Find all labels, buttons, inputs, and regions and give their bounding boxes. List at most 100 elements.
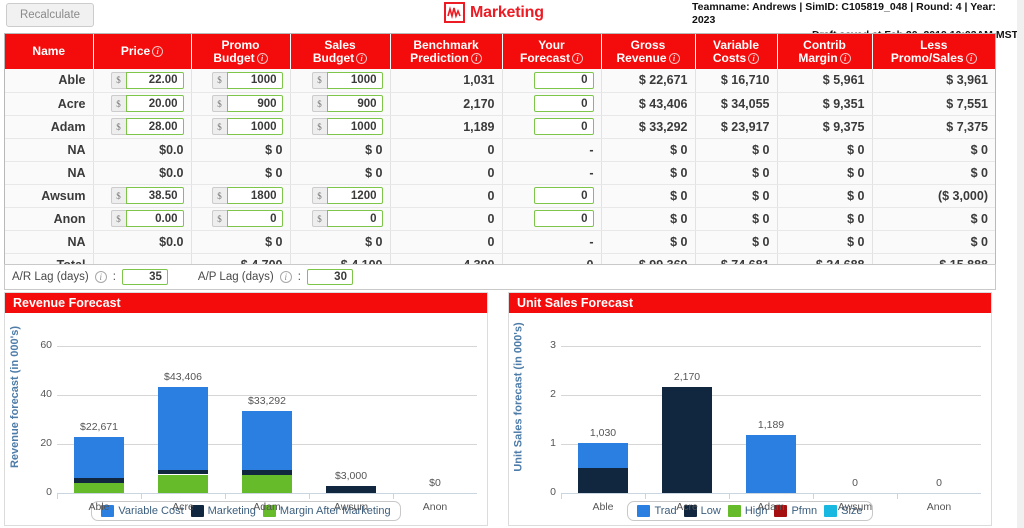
bar-segment-low [578, 467, 628, 493]
gross-revenue: $ 33,292 [601, 115, 696, 139]
bar-segment-marketing [326, 485, 376, 493]
info-icon[interactable]: i [668, 52, 680, 64]
ap-lag-info-icon[interactable]: i [279, 271, 292, 283]
table-row: NA $0.0 $ 0 $ 0 0- $ 0 $ 0 $ 0 $ 0 [5, 138, 995, 162]
sales-budget-input[interactable]: 1000 [326, 71, 383, 89]
contrib-margin: $ 0 [777, 161, 873, 185]
y-axis-tick: 0 [46, 486, 52, 498]
less-promo-sales: $ 7,375 [872, 115, 995, 139]
col-header-line1: Less [920, 37, 948, 52]
currency-prefix: $ [311, 71, 327, 89]
sales-budget-cell: $ 0 [290, 230, 391, 254]
your-forecast-input[interactable]: 0 [533, 95, 594, 112]
your-forecast-input[interactable]: 0 [533, 71, 594, 89]
bar-segment-low [662, 386, 712, 493]
sales-budget-input[interactable]: 1200 [326, 187, 383, 204]
promo-budget-cell: $ 0 [191, 138, 291, 162]
revenue-y-axis-title: Revenue forecast (in 000's) [9, 325, 22, 469]
ar-lag-input[interactable]: 35 [121, 269, 168, 285]
contrib-margin: $ 0 [777, 207, 873, 231]
bar-segment-margin-after-marketing [158, 474, 208, 493]
info-icon[interactable]: i [572, 52, 584, 64]
ap-lag-separator: : [297, 271, 301, 283]
x-axis-label: Awsum [333, 501, 369, 513]
col-header-line2: Margin i [783, 51, 867, 65]
gross-revenue: $ 43,406 [601, 92, 696, 116]
table-body: Able $22.00 $1000 $1000 1,031 0 $ 22,671 $ 16,7… [5, 69, 995, 276]
y-axis-tick: 1 [550, 437, 556, 449]
sales-budget-cell: $0 [290, 207, 391, 231]
price-cell: $0.0 [93, 138, 192, 162]
your-forecast-input[interactable]: 0 [533, 210, 594, 227]
variable-costs: $ 34,055 [695, 92, 778, 116]
bar-segment-trad [578, 442, 628, 468]
app-root: Recalculate Marketing Teamname: Andrews … [0, 0, 1024, 528]
info-icon[interactable]: i [839, 52, 851, 64]
forecast-table-container: Name Price i Promo Budget i Sales Budget i Benchm… [4, 33, 996, 277]
currency-prefix: $ [211, 71, 227, 89]
table-header-row: Name Price i Promo Budget i Sales Budget i Benchm… [5, 34, 995, 69]
variable-costs: $ 0 [695, 161, 778, 185]
variable-costs: $ 0 [695, 138, 778, 162]
ap-lag-input[interactable]: 30 [306, 269, 353, 285]
your-forecast-cell: - [502, 161, 602, 185]
sales-budget-cell: $ 0 [290, 161, 391, 185]
y-axis-tick: 20 [40, 437, 52, 449]
col-header-benchmark: Benchmark Prediction i [390, 34, 503, 69]
sales-budget-input[interactable]: 900 [326, 95, 383, 112]
col-header-price: Price i [93, 34, 192, 69]
recalculate-button[interactable]: Recalculate [6, 3, 94, 27]
benchmark-prediction: 0 [390, 184, 503, 208]
col-header-sales: Sales Budget i [290, 34, 391, 69]
promo-budget-input[interactable]: 900 [226, 95, 283, 112]
gross-revenue: $ 0 [601, 138, 696, 162]
price-cell: $0.00 [93, 207, 192, 231]
variable-costs: $ 16,710 [695, 69, 778, 93]
your-forecast-input[interactable]: 0 [533, 187, 594, 204]
brand-name: Marketing [470, 3, 544, 21]
promo-budget-input[interactable]: 0 [226, 210, 283, 227]
info-icon[interactable]: i [965, 52, 977, 64]
info-icon[interactable]: i [748, 52, 760, 64]
promo-budget-input[interactable]: 1800 [226, 187, 283, 204]
price-input[interactable]: 28.00 [125, 118, 184, 135]
ar-lag-label: A/R Lag (days) [12, 271, 89, 283]
price-cell: $0.0 [93, 161, 192, 185]
table-row: Awsum $38.50 $1800 $1200 0 0 $ 0 $ 0 $ 0 ($ 3,000… [5, 184, 995, 208]
bar-segment-trad [746, 434, 796, 493]
price-input[interactable]: 0.00 [125, 210, 184, 227]
unit-sales-forecast-panel: Unit Sales Forecast Unit Sales forecast … [508, 292, 992, 526]
info-icon[interactable]: i [356, 52, 368, 64]
variable-costs: $ 0 [695, 230, 778, 254]
col-header-line1: Promo [221, 37, 260, 52]
currency-prefix: $ [110, 187, 126, 204]
col-header-line1: Name [32, 44, 66, 58]
bar-segment-marketing [74, 478, 124, 484]
sales-budget-cell: $1000 [290, 115, 391, 139]
info-icon[interactable]: i [152, 46, 164, 57]
benchmark-prediction: 0 [390, 161, 503, 185]
price-input[interactable]: 20.00 [125, 95, 184, 112]
page-scrollbar[interactable] [1017, 0, 1024, 528]
bar-value-label: 0 [852, 477, 858, 489]
sales-budget-input[interactable]: 0 [326, 210, 383, 227]
your-forecast-cell: 0 [502, 92, 602, 116]
info-icon[interactable]: i [470, 52, 482, 64]
your-forecast-input[interactable]: 0 [533, 118, 594, 135]
ar-lag-info-icon[interactable]: i [94, 271, 107, 283]
promo-budget-input[interactable]: 1000 [226, 118, 283, 135]
x-axis-tick [309, 493, 310, 499]
price-input[interactable]: 38.50 [125, 187, 184, 204]
y-axis-tick: 3 [550, 339, 556, 351]
bar-segment-variable-cost [242, 411, 292, 471]
price-input[interactable]: 22.00 [125, 71, 184, 89]
col-header-name: Name [5, 34, 94, 69]
currency-prefix: $ [211, 118, 227, 135]
your-forecast-cell: - [502, 138, 602, 162]
promo-budget-input[interactable]: 1000 [226, 71, 283, 89]
sales-budget-input[interactable]: 1000 [326, 118, 383, 135]
bar-value-label: 0 [936, 477, 942, 489]
less-promo-sales: $ 0 [872, 138, 995, 162]
info-icon[interactable]: i [256, 52, 268, 64]
currency-prefix: $ [211, 210, 227, 227]
